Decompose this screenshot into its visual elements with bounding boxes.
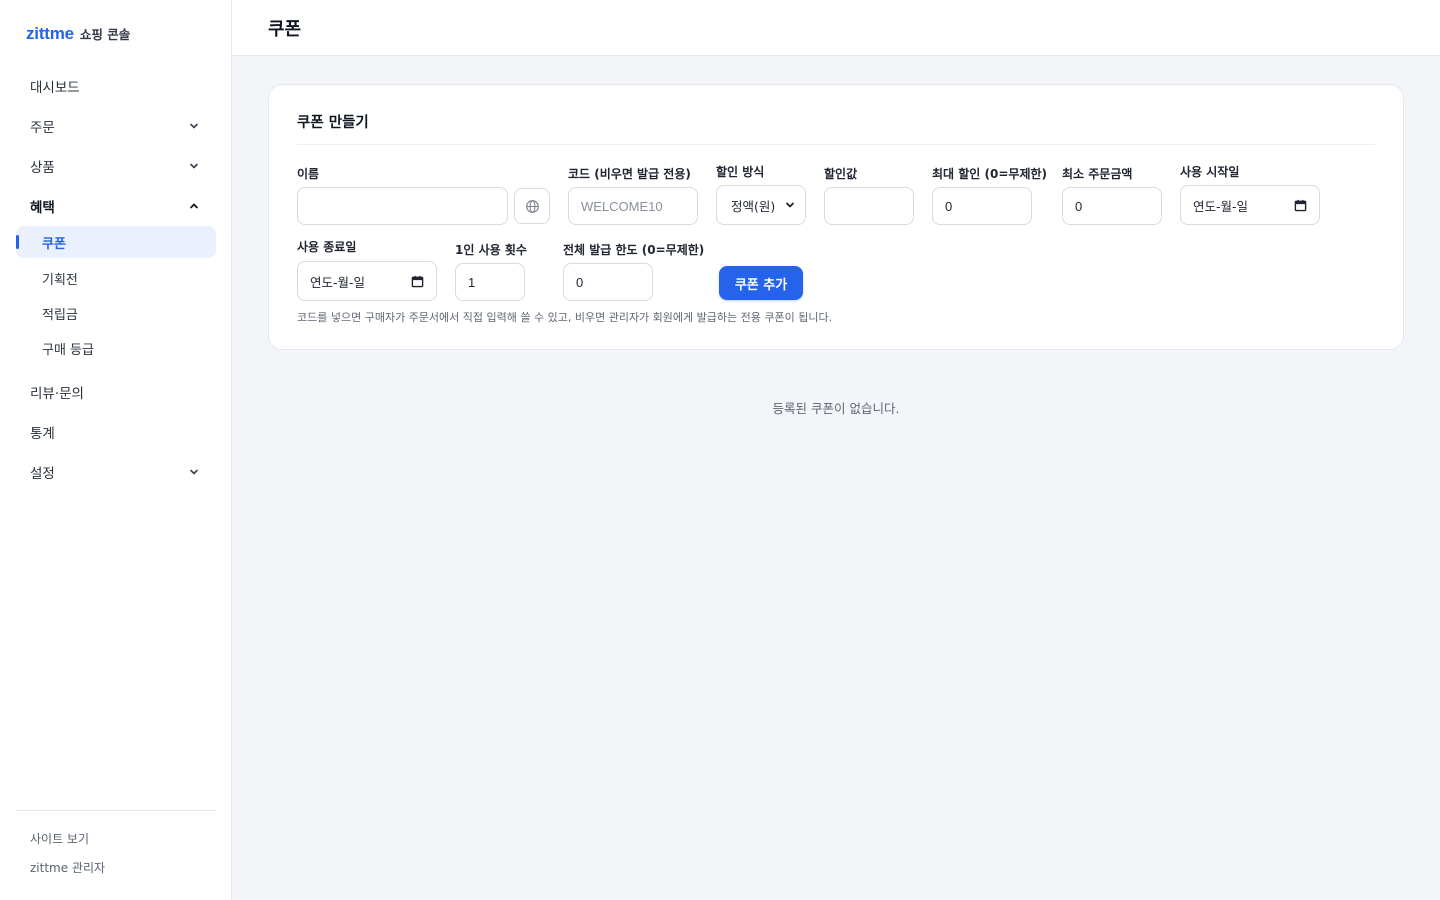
sidebar-item-label: 설정 <box>30 466 55 482</box>
brand-logo: zittme <box>26 24 74 43</box>
sidebar-item-statistics[interactable]: 통계 <box>16 412 216 452</box>
min-order-label: 최소 주문금액 <box>1062 167 1133 181</box>
page-title: 쿠폰 <box>268 19 302 40</box>
sidebar-subitem-points[interactable]: 적립금 <box>16 296 216 331</box>
name-input[interactable] <box>297 187 508 225</box>
benefits-submenu: 쿠폰 기획전 적립금 구매 등급 <box>16 226 216 366</box>
sidebar-item-label: 리뷰·문의 <box>30 386 84 402</box>
sidebar-item-dashboard[interactable]: 대시보드 <box>16 66 216 106</box>
chevron-down-icon <box>186 158 202 174</box>
total-limit-input[interactable]: 0 <box>563 263 653 301</box>
sidebar-subitem-label: 기획전 <box>42 273 78 288</box>
sidebar-item-label: 통계 <box>30 426 55 442</box>
chevron-up-icon <box>186 198 202 214</box>
chevron-down-icon <box>186 464 202 480</box>
sidebar: zittme 쇼핑 콘솔 대시보드 주문 상품 혜택 쿠폰 기획전 적립금 구매… <box>0 0 232 900</box>
globe-icon <box>525 199 539 213</box>
sidebar-nav: 대시보드 주문 상품 혜택 쿠폰 기획전 적립금 구매 등급 리뷰·문의 통계 … <box>16 66 216 492</box>
sidebar-item-label: 대시보드 <box>30 80 80 96</box>
end-date-label: 사용 종료일 <box>297 240 357 254</box>
brand[interactable]: zittme 쇼핑 콘솔 <box>26 24 130 44</box>
end-date-input[interactable]: 연도-월-일 <box>297 261 437 301</box>
per-user-label: 1인 사용 횟수 <box>455 243 527 257</box>
discount-value-label: 할인값 <box>824 167 858 181</box>
globe-button[interactable] <box>514 188 550 224</box>
max-discount-label: 최대 할인 (0=무제한) <box>932 167 1048 181</box>
sidebar-item-products[interactable]: 상품 <box>16 146 216 186</box>
min-order-input[interactable]: 0 <box>1062 187 1162 225</box>
sidebar-item-orders[interactable]: 주문 <box>16 106 216 146</box>
start-date-value: 연도-월-일 <box>1193 198 1249 214</box>
discount-type-select[interactable]: 정액(원) <box>716 185 806 225</box>
sidebar-subitem-promotions[interactable]: 기획전 <box>16 261 216 296</box>
sidebar-subitem-label: 적립금 <box>42 308 78 323</box>
sidebar-item-reviews[interactable]: 리뷰·문의 <box>16 372 216 412</box>
sidebar-item-label: 주문 <box>30 120 55 136</box>
sidebar-subitem-purchase-tier[interactable]: 구매 등급 <box>16 331 216 366</box>
max-discount-input[interactable]: 0 <box>932 187 1032 225</box>
calendar-icon[interactable] <box>1294 199 1307 212</box>
code-label: 코드 (비우면 발급 전용) <box>568 167 691 181</box>
total-limit-label: 전체 발급 한도 (0=무제한) <box>563 243 705 257</box>
divider <box>297 144 1375 145</box>
view-site-link[interactable]: 사이트 보기 <box>16 825 216 854</box>
per-user-input[interactable]: 1 <box>455 263 525 301</box>
sidebar-subitem-label: 구매 등급 <box>42 343 94 358</box>
sidebar-footer: 사이트 보기 zittme 관리자 <box>16 810 216 883</box>
form-hint: 코드를 넣으면 구매자가 주문서에서 직접 입력해 쓸 수 있고, 비우면 관리… <box>297 311 833 324</box>
sidebar-item-label: 혜택 <box>30 200 55 216</box>
card-title: 쿠폰 만들기 <box>297 115 369 131</box>
sidebar-subitem-coupons[interactable]: 쿠폰 <box>16 226 216 258</box>
select-chevron-icon <box>786 202 794 208</box>
chevron-down-icon <box>186 118 202 134</box>
start-date-label: 사용 시작일 <box>1180 165 1240 179</box>
discount-type-label: 할인 방식 <box>716 165 765 179</box>
discount-value-input[interactable] <box>824 187 914 225</box>
end-date-value: 연도-월-일 <box>310 274 366 290</box>
create-coupon-card: 쿠폰 만들기 이름 코드 (비우면 발급 전용) WELCOME10 할인 방식… <box>268 84 1404 350</box>
sidebar-item-label: 상품 <box>30 160 55 176</box>
sidebar-subitem-label: 쿠폰 <box>42 236 66 252</box>
brand-subtitle: 쇼핑 콘솔 <box>79 27 131 42</box>
add-coupon-button[interactable]: 쿠폰 추가 <box>719 266 803 300</box>
sidebar-item-benefits[interactable]: 혜택 <box>16 186 216 226</box>
top-header: 쿠폰 <box>232 0 1440 56</box>
start-date-input[interactable]: 연도-월-일 <box>1180 185 1320 225</box>
discount-type-value: 정액(원) <box>731 198 776 214</box>
empty-state-message: 등록된 쿠폰이 없습니다. <box>772 401 900 416</box>
code-input[interactable]: WELCOME10 <box>568 187 698 225</box>
admin-account-link[interactable]: zittme 관리자 <box>16 854 216 883</box>
name-label: 이름 <box>297 167 320 181</box>
calendar-icon[interactable] <box>411 275 424 288</box>
sidebar-item-settings[interactable]: 설정 <box>16 452 216 492</box>
